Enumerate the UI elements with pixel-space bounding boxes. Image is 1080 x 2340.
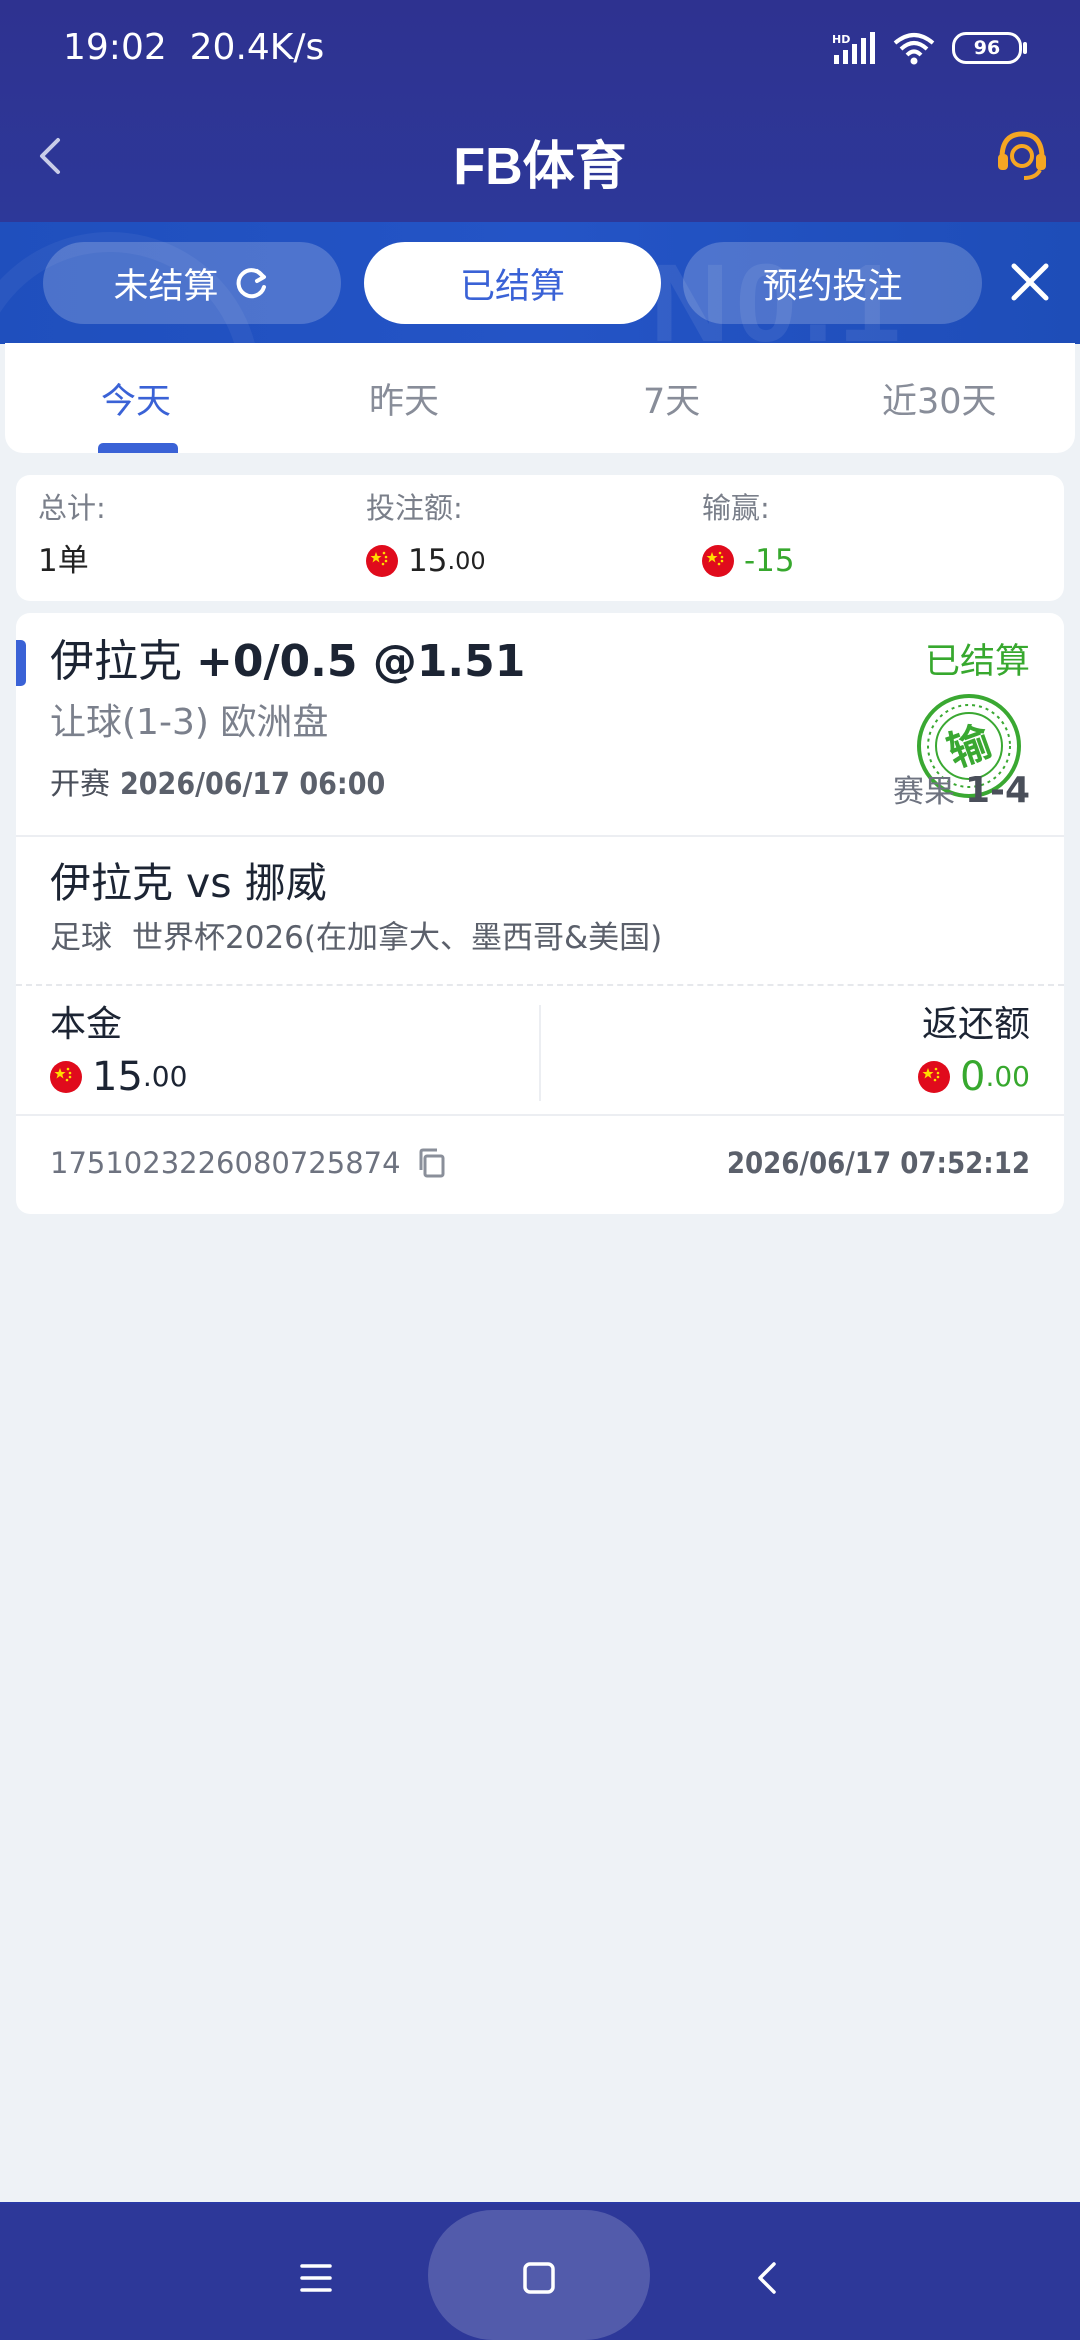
bet-record-card[interactable]: 伊拉克 +0/0.5 @1.51 让球(1-3) 欧洲盘 开赛 2026/06/1… — [16, 613, 1064, 1214]
copy-icon[interactable] — [415, 1146, 449, 1180]
order-id: 1751023226080725874 — [50, 1143, 449, 1183]
league-name: 世界杯2026(在加拿大、墨西哥&美国) — [132, 920, 663, 956]
divider — [16, 835, 1064, 837]
close-icon[interactable] — [1000, 252, 1060, 312]
summary-card: 总计: 1单 投注额: 15.00 输赢: -15 — [16, 475, 1064, 601]
summary-winloss: 输赢: -15 — [702, 491, 795, 579]
order-id-value: 1751023226080725874 — [50, 1146, 401, 1180]
dashed-divider — [16, 984, 1064, 986]
date-filter-tabs: 今天 昨天 7天 近30天 — [5, 343, 1075, 453]
stake-amount: 15 — [408, 543, 448, 579]
return-decimals: .00 — [985, 1060, 1030, 1093]
status-time: 19:02 20.4K/s — [63, 27, 325, 68]
svg-text:HD: HD — [832, 33, 850, 46]
settle-time: 2026/06/17 07:52:12 — [726, 1146, 1030, 1180]
bet-status-segment-bar: N0.1 未结算 已结算 预约投注 — [0, 222, 1080, 344]
tab-booking-label: 预约投注 — [762, 266, 903, 307]
signal-icon: HD — [832, 32, 875, 64]
menu-icon[interactable] — [286, 2248, 346, 2308]
network-speed: 20.4K/s — [189, 27, 325, 68]
cny-flag-icon — [50, 1061, 82, 1093]
match-teams: 伊拉克 vs 挪威 — [50, 859, 327, 907]
return-label: 返还额 — [921, 1004, 1030, 1045]
wifi-icon — [893, 33, 935, 65]
tab-unsettled-label: 未结算 — [113, 266, 219, 307]
home-square-icon[interactable] — [509, 2248, 569, 2308]
status-badge: 已结算 — [924, 642, 1030, 682]
principal-decimals: .00 — [142, 1060, 188, 1093]
cny-flag-icon — [918, 1061, 951, 1093]
tab-booking[interactable]: 预约投注 — [683, 242, 982, 324]
status-icons: HD 96 — [832, 28, 1027, 68]
stake-label: 投注额: — [366, 491, 463, 525]
return-value: 0.00 — [918, 1053, 1030, 1101]
tab-settled-label: 已结算 — [459, 266, 565, 307]
principal-label: 本金 — [50, 1004, 123, 1045]
result-score: 1-4 — [964, 770, 1030, 811]
svg-text:输: 输 — [941, 716, 998, 777]
page-title: FB体育 — [453, 138, 627, 196]
winloss-amount: -15 — [744, 543, 795, 579]
cny-flag-icon — [366, 545, 398, 577]
start-label: 开赛 — [50, 767, 110, 802]
principal-amount: 15 — [92, 1054, 143, 1100]
bet-market: 让球(1-3) 欧洲盘 — [50, 702, 329, 743]
tab-settled[interactable]: 已结算 — [364, 242, 661, 324]
back-triangle-icon[interactable] — [738, 2248, 798, 2308]
return-amount: 0 — [960, 1054, 986, 1100]
cny-flag-icon — [702, 545, 734, 577]
summary-stake: 投注额: 15.00 — [366, 491, 486, 579]
vertical-divider — [539, 1005, 541, 1101]
match-result: 赛果 1-4 — [893, 771, 1030, 812]
winloss-label: 输赢: — [702, 491, 770, 525]
app-header: 19:02 20.4K/s HD 96 FB体育 — [0, 0, 1080, 222]
principal-value: 15.00 — [50, 1053, 187, 1101]
league-info: 足球 世界杯2026(在加拿大、墨西哥&美国) — [50, 918, 662, 958]
bet-odds: +0/0.5 @1.51 — [196, 636, 526, 687]
headset-icon[interactable] — [992, 124, 1052, 184]
result-label: 赛果 — [892, 774, 955, 810]
active-tab-indicator — [98, 443, 178, 453]
bet-selection: 伊拉克 +0/0.5 @1.51 — [50, 635, 525, 689]
status-bar: 19:02 20.4K/s HD 96 — [0, 0, 1080, 100]
bet-team: 伊拉克 — [50, 636, 182, 687]
nav-bar: FB体育 — [0, 110, 1080, 202]
tab-unsettled[interactable]: 未结算 — [43, 242, 341, 324]
total-label: 总计: — [38, 491, 106, 525]
divider — [16, 1114, 1064, 1116]
tab-30-days[interactable]: 近30天 — [882, 373, 997, 424]
tab-yesterday[interactable]: 昨天 — [369, 373, 439, 424]
sport-type: 足球 — [50, 920, 112, 956]
tab-7-days[interactable]: 7天 — [643, 373, 700, 424]
summary-total: 总计: 1单 — [38, 491, 106, 579]
refresh-icon[interactable] — [231, 263, 271, 303]
stake-amount-decimals: .00 — [447, 547, 486, 575]
card-accent-bar — [16, 640, 26, 686]
bet-start-time: 开赛 2026/06/17 06:00 — [50, 765, 385, 805]
total-value: 1单 — [38, 543, 89, 579]
battery-icon: 96 — [952, 32, 1027, 64]
start-datetime: 2026/06/17 06:00 — [120, 767, 386, 802]
tab-today[interactable]: 今天 — [101, 373, 171, 424]
